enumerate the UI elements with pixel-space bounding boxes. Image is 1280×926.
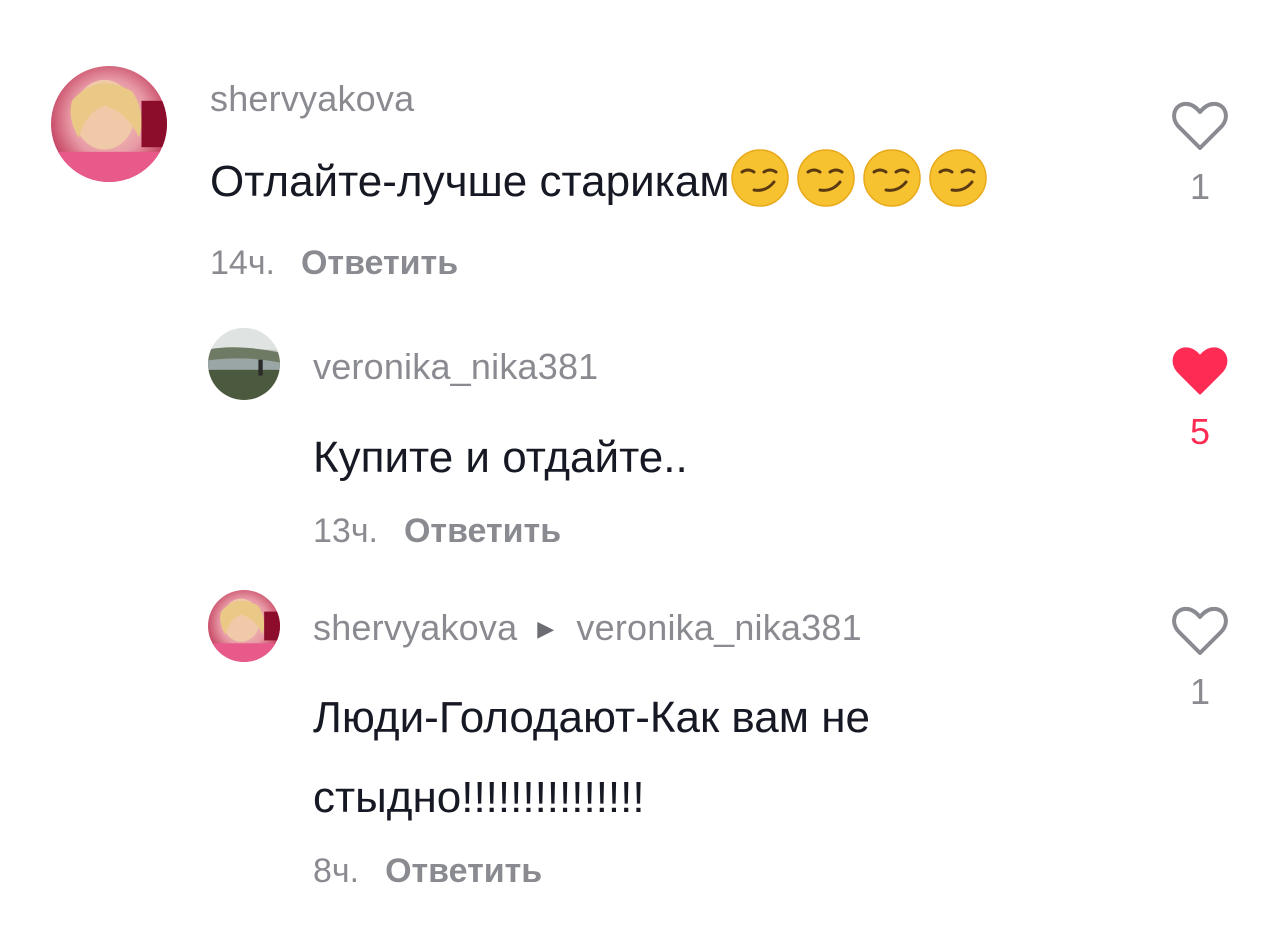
comment-time: 13ч. <box>313 512 378 550</box>
reply-button[interactable]: Ответить <box>301 244 458 283</box>
comment-username[interactable]: veronika_nika381 <box>313 346 598 388</box>
avatar[interactable] <box>208 328 280 400</box>
reply-button[interactable]: Ответить <box>404 512 561 551</box>
comment-text-content: Отлайте-лучше старикам <box>210 157 730 206</box>
like-control: 1 <box>1160 605 1240 713</box>
comment-username-line: shervyakova ▶ veronika_nika381 <box>313 607 862 649</box>
comment-text: Отлайте-лучше старикам <box>210 142 994 222</box>
reply-arrow-icon: ▶ <box>537 616 555 641</box>
like-control: 1 <box>1160 100 1240 208</box>
comment-text-line: Люди-Голодают-Как вам не <box>313 693 871 742</box>
smirking-face-emoji-icon <box>730 149 789 208</box>
comment-text-line: стыдно!!!!!!!!!!!!!!! <box>313 773 645 822</box>
heart-filled-icon[interactable] <box>1171 345 1229 397</box>
comment-meta: 8ч. Ответить <box>313 852 542 891</box>
comments-panel: shervyakova Отлайте-лучше старикам 14ч. О… <box>0 0 1280 926</box>
avatar[interactable] <box>51 66 167 182</box>
like-count: 1 <box>1189 671 1211 712</box>
comment-meta: 14ч. Ответить <box>210 244 458 283</box>
comment-time: 8ч. <box>313 852 360 890</box>
smirking-face-emoji-icon <box>796 149 855 208</box>
comment-text: Люди-Голодают-Как вам не стыдно!!!!!!!!!… <box>313 678 870 838</box>
like-count: 5 <box>1189 411 1211 452</box>
reply-to-username[interactable]: veronika_nika381 <box>576 607 861 648</box>
emoji-row <box>730 148 994 208</box>
comment-time: 14ч. <box>210 244 275 282</box>
smirking-face-emoji-icon <box>928 149 987 208</box>
heart-outline-icon[interactable] <box>1171 605 1229 657</box>
avatar[interactable] <box>208 590 280 662</box>
smirking-face-emoji-icon <box>862 149 921 208</box>
reply-button[interactable]: Ответить <box>385 852 542 891</box>
comment-text: Купите и отдайте.. <box>313 433 688 482</box>
comment-username[interactable]: shervyakova <box>313 607 517 648</box>
comment-meta: 13ч. Ответить <box>313 512 561 551</box>
heart-outline-icon[interactable] <box>1171 100 1229 152</box>
like-control: 5 <box>1160 345 1240 453</box>
comment-username[interactable]: shervyakova <box>210 78 414 120</box>
like-count: 1 <box>1189 166 1211 207</box>
